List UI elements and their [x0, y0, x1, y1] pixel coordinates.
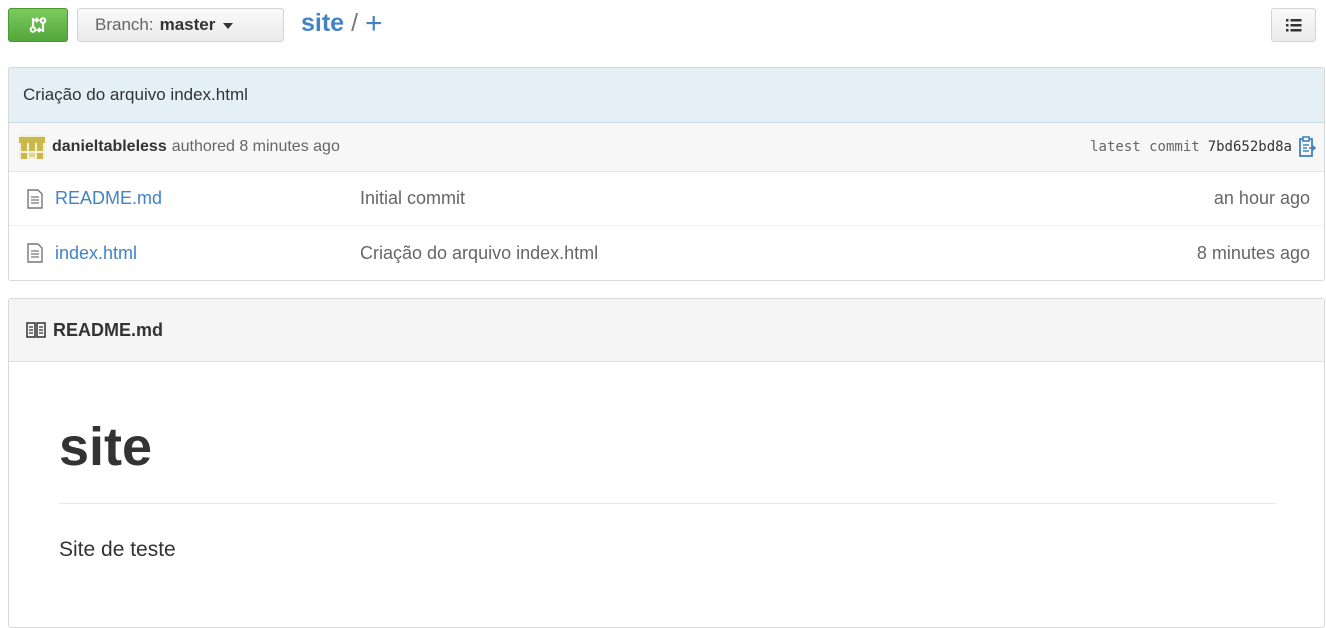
- repo-toolbar: Branch: master site / +: [0, 0, 1326, 50]
- readme-filename: README.md: [53, 319, 164, 340]
- repo-name-link[interactable]: site: [301, 9, 344, 38]
- file-age: 8 minutes ago: [1196, 242, 1310, 263]
- readme-panel: README.md site Site de teste: [8, 298, 1325, 628]
- file-row: README.md Initial commit an hour ago: [9, 172, 1324, 226]
- readme-header: README.md: [9, 299, 1324, 362]
- commit-sha-link[interactable]: 7bd652bd8a: [1208, 139, 1292, 155]
- commit-message[interactable]: Criação do arquivo index.html: [9, 68, 1324, 123]
- commit-authored-time: authored 8 minutes ago: [171, 138, 340, 155]
- heading-divider: [59, 503, 1276, 504]
- readme-heading: site: [59, 417, 153, 477]
- breadcrumb: site / +: [301, 9, 383, 39]
- git-compare-icon: [28, 15, 48, 35]
- file-row: index.html Criação do arquivo index.html…: [9, 226, 1324, 280]
- latest-commit: latest commit 7bd652bd8a: [1090, 136, 1316, 158]
- file-name-link[interactable]: README.md: [55, 188, 162, 209]
- branch-label: Branch:: [95, 15, 154, 34]
- latest-commit-label: latest commit: [1090, 139, 1200, 155]
- clipboard-icon[interactable]: [1298, 136, 1316, 158]
- commit-meta: danieltableless authored 8 minutes ago l…: [9, 123, 1324, 172]
- file-age: an hour ago: [1213, 188, 1310, 208]
- commit-author-link[interactable]: danieltableless: [52, 138, 167, 156]
- breadcrumb-separator: /: [351, 9, 359, 37]
- file-navigation: Criação do arquivo index.html danieltabl…: [8, 67, 1325, 281]
- compare-button[interactable]: [8, 8, 68, 42]
- add-file-button[interactable]: +: [365, 9, 383, 39]
- avatar[interactable]: [19, 135, 45, 159]
- file-text-icon: [27, 243, 43, 263]
- file-commit-message-link[interactable]: Initial commit: [360, 188, 465, 209]
- readme-paragraph: Site de teste: [59, 538, 176, 561]
- caret-down-icon: [223, 23, 234, 29]
- file-commit-message-link[interactable]: Criação do arquivo index.html: [360, 243, 598, 264]
- branch-name: master: [159, 15, 216, 34]
- book-icon: [26, 322, 46, 338]
- file-list-menu-button[interactable]: [1271, 8, 1316, 42]
- branch-selector[interactable]: Branch: master: [77, 8, 284, 42]
- file-name-link[interactable]: index.html: [55, 243, 137, 264]
- list-icon: [1285, 18, 1302, 32]
- file-text-icon: [27, 189, 43, 209]
